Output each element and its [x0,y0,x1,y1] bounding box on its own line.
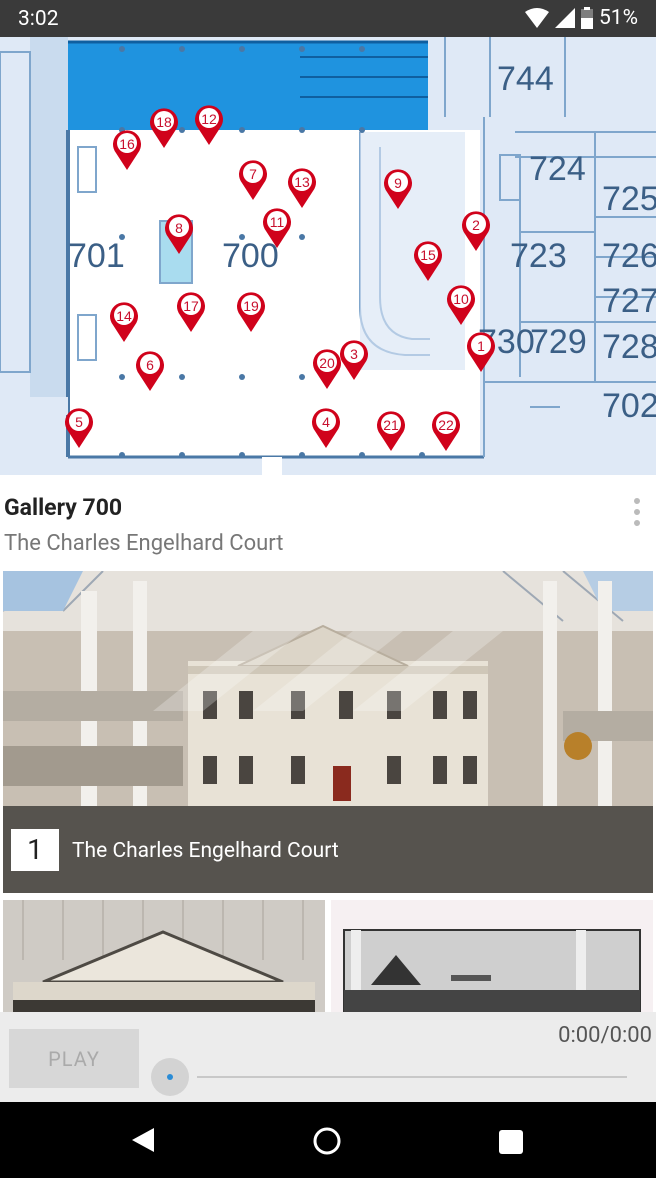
map-pin-4[interactable]: 4 [311,407,341,449]
thumbnail-image[interactable] [3,900,325,1012]
map-pin-2[interactable]: 2 [461,210,491,252]
map-pin-6[interactable]: 6 [135,350,165,392]
map-pin-22[interactable]: 22 [431,410,461,452]
recent-apps-icon[interactable] [499,1130,523,1154]
room-label-744: 744 [497,60,554,98]
status-time: 3:02 [18,7,59,31]
play-button[interactable]: PLAY [9,1029,139,1088]
room-label-729: 729 [530,323,587,361]
map-pin-14[interactable]: 14 [109,301,139,343]
gallery-title: Gallery 700 [4,494,123,521]
map-pin-16[interactable]: 16 [112,129,142,171]
room-label-727: 727 [602,282,656,320]
room-label-728: 728 [602,328,656,366]
room-label-702: 702 [602,387,656,425]
map-pin-20[interactable]: 20 [312,348,342,390]
map-pin-9[interactable]: 9 [383,168,413,210]
map-pin-21[interactable]: 21 [376,410,406,452]
map-pin-8[interactable]: 8 [164,213,194,255]
room-label-723: 723 [510,237,567,275]
hero-image[interactable]: 1 The Charles Engelhard Court [3,571,653,893]
cell-signal-icon [555,8,575,28]
map-pin-17[interactable]: 17 [176,291,206,333]
room-label-726: 726 [602,237,656,275]
status-bar: 3:02 51% [0,0,656,37]
map-pin-10[interactable]: 10 [446,284,476,326]
map-pin-11[interactable]: 11 [262,207,292,249]
map-pin-12[interactable]: 12 [194,104,224,146]
audio-player: PLAY 0:00/0:00 [0,1012,656,1102]
room-label-724: 724 [529,150,586,188]
battery-percent: 51% [599,6,638,30]
back-icon[interactable] [130,1126,156,1154]
thumbnail-image[interactable] [331,900,653,1012]
playback-time: 0:00/0:00 [558,1023,652,1048]
sculpture-photo [331,900,653,1012]
map-pin-18[interactable]: 18 [149,107,179,149]
home-icon[interactable] [312,1126,342,1156]
more-options-icon[interactable] [626,496,648,528]
stop-number-badge: 1 [11,829,59,871]
map-pin-3[interactable]: 3 [339,339,369,381]
hero-caption: The Charles Engelhard Court [72,839,339,863]
gallery-subtitle: The Charles Engelhard Court [4,531,284,556]
map-pin-15[interactable]: 15 [413,240,443,282]
gallery-map[interactable]: 744 724 725 701 700 723 726 727 730 729 … [0,37,656,475]
wifi-icon [525,8,549,28]
map-pin-13[interactable]: 13 [287,167,317,209]
pediment-photo [3,900,325,1012]
map-pin-5[interactable]: 5 [64,407,94,449]
seek-bar[interactable] [197,1076,627,1078]
room-label-701: 701 [68,237,125,275]
room-label-725: 725 [602,180,656,218]
map-pin-1[interactable]: 1 [466,331,496,373]
map-pin-7[interactable]: 7 [238,159,268,201]
battery-icon [581,7,593,29]
map-pin-19[interactable]: 19 [236,291,266,333]
seek-thumb[interactable] [151,1058,189,1096]
system-nav-bar [0,1102,656,1178]
